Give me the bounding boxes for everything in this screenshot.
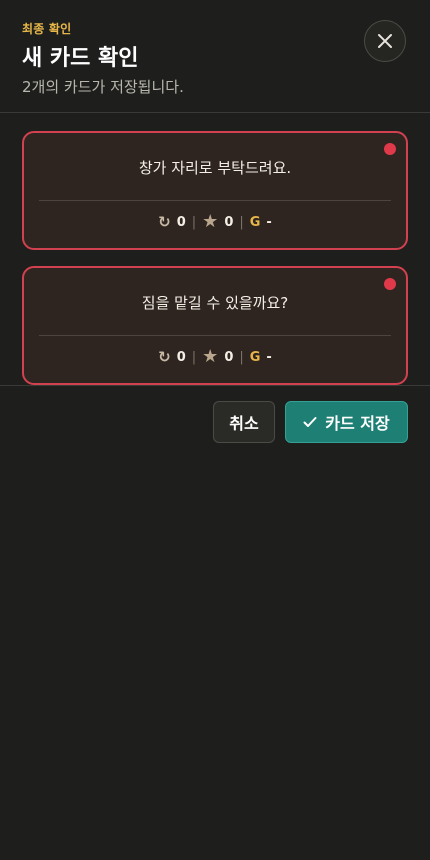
grade-icon: G <box>249 349 261 365</box>
card-list: 창가 자리로 부탁드려요. ↻ 0 | ★ 0 | G - 짐을 맡길 수 있을… <box>0 113 430 386</box>
repeat-icon: ↻ <box>158 212 171 231</box>
page-subtitle: 2개의 카드가 저장됩니다. <box>22 78 184 96</box>
repeat-count: 0 <box>176 349 186 365</box>
star-count: 0 <box>224 349 234 365</box>
cancel-button[interactable]: 취소 <box>213 401 275 443</box>
grade-icon: G <box>249 214 261 230</box>
card-stats: ↻ 0 | ★ 0 | G - <box>24 348 406 366</box>
stat-separator: | <box>239 214 244 230</box>
card-text: 짐을 맡길 수 있을까요? <box>141 294 289 312</box>
card-item[interactable]: 창가 자리로 부탁드려요. ↻ 0 | ★ 0 | G - <box>22 131 408 250</box>
eyebrow-label: 최종 확인 <box>22 22 72 36</box>
close-icon <box>378 34 392 48</box>
repeat-count: 0 <box>176 214 186 230</box>
stat-separator: | <box>191 214 197 230</box>
grade-value: - <box>266 214 272 230</box>
card-text: 창가 자리로 부탁드려요. <box>138 159 292 177</box>
grade-value: - <box>266 349 272 365</box>
check-icon <box>303 417 317 427</box>
status-dot <box>384 278 396 290</box>
page-title: 새 카드 확인 <box>22 46 139 71</box>
card-item[interactable]: 짐을 맡길 수 있을까요? ↻ 0 | ★ 0 | G - <box>22 266 408 385</box>
header: 최종 확인 새 카드 확인 2개의 카드가 저장됩니다. <box>0 0 430 113</box>
status-dot <box>384 143 396 155</box>
stat-separator: | <box>239 349 244 365</box>
star-icon: ★ <box>202 346 219 367</box>
stat-separator: | <box>191 349 197 365</box>
card-divider <box>39 335 391 336</box>
card-confirm-screen: 최종 확인 새 카드 확인 2개의 카드가 저장됩니다. 창가 자리로 부탁드려… <box>0 0 430 860</box>
repeat-icon: ↻ <box>158 347 171 366</box>
footer-actions: 취소 카드 저장 <box>0 386 430 466</box>
save-cards-button[interactable]: 카드 저장 <box>285 401 408 443</box>
save-button-label: 카드 저장 <box>325 414 390 433</box>
card-divider <box>39 200 391 201</box>
star-count: 0 <box>224 214 234 230</box>
close-button[interactable] <box>364 20 406 62</box>
star-icon: ★ <box>202 211 219 232</box>
card-stats: ↻ 0 | ★ 0 | G - <box>24 213 406 231</box>
